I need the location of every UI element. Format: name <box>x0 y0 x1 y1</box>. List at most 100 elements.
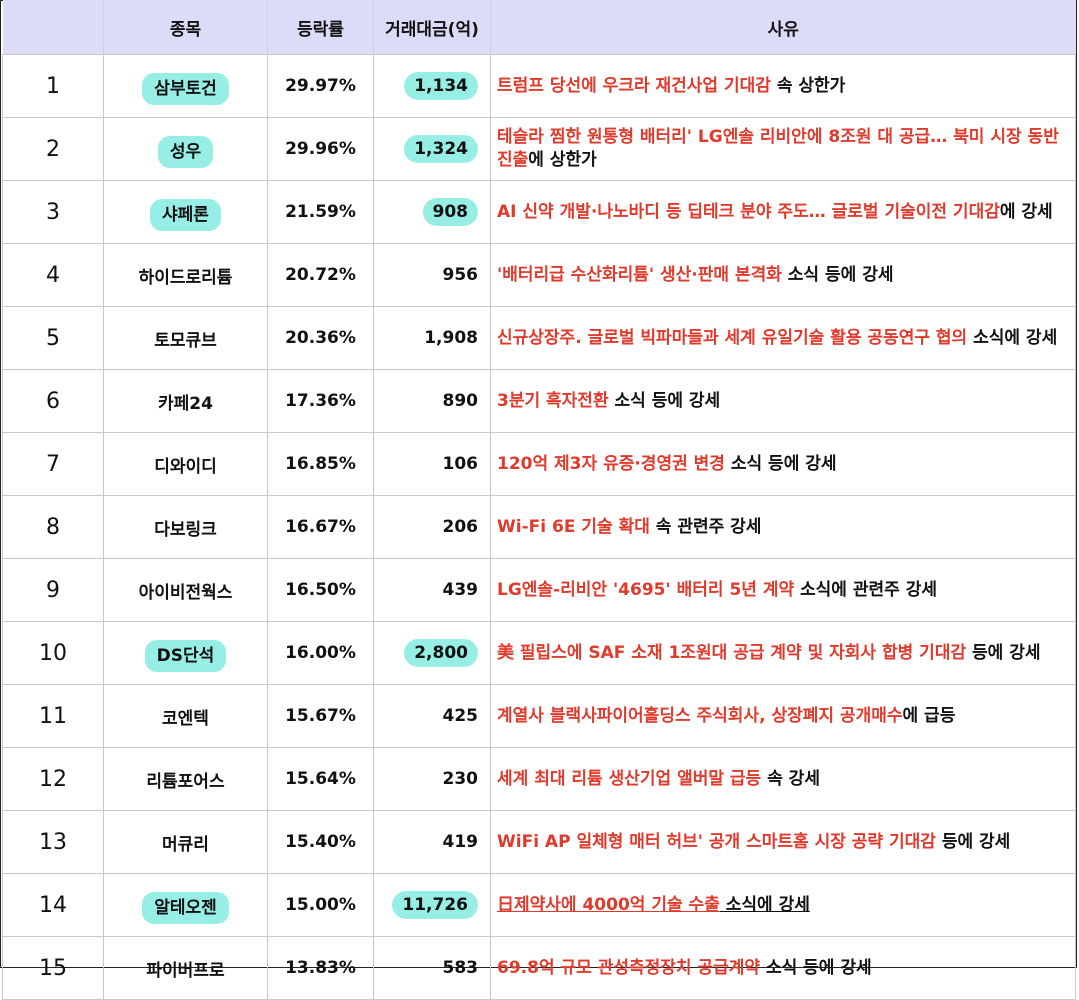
reason-highlight-text: WiFi AP 일체형 매터 허브' 공개 스마트홈 시장 공략 기대감 <box>497 831 936 852</box>
rank-value: 11 <box>39 703 67 729</box>
table-row: 6 카페24 17.36% 890 3분기 흑자전환 소식 등에 강세 <box>2 369 1076 433</box>
reason-suffix-text: 소식에 강세 <box>719 894 810 915</box>
rank-cell: 10 <box>2 621 104 685</box>
volume-value: 908 <box>422 198 478 226</box>
rank-cell: 9 <box>2 558 104 622</box>
table-row: 11 코엔텍 15.67% 425 계열사 블랙사파이어홀딩스 주식회사, 상장폐지 공… <box>2 684 1076 748</box>
volume-value: 956 <box>442 265 479 285</box>
rank-value: 7 <box>46 451 60 477</box>
change-value: 17.36% <box>285 391 356 411</box>
change-value: 21.59% <box>285 202 356 222</box>
reason-cell: 69.8억 규모 관성측정장치 공급계약 소식 등에 강세 <box>490 936 1076 1000</box>
reason-cell: 日제약사에 4000억 기술 수출 소식에 강세 <box>490 873 1076 937</box>
volume-cell: 1,908 <box>373 306 491 370</box>
change-value: 16.00% <box>285 643 356 663</box>
table-row: 15 파이버프로 13.83% 583 69.8억 규모 관성측정장치 공급계약 소식 … <box>2 936 1076 1000</box>
change-cell: 15.40% <box>267 810 374 874</box>
volume-cell: 890 <box>373 369 491 433</box>
reason-cell: 3분기 흑자전환 소식 등에 강세 <box>490 369 1076 433</box>
rank-value: 10 <box>39 640 67 666</box>
reason-cell: AI 신약 개발·나노바디 등 딥테크 분야 주도… 글로벌 기술이전 기대감에… <box>490 180 1076 244</box>
table-row: 9 아이비전웍스 16.50% 439 LG엔솔-리비안 '4695' 배터리 5년 계… <box>2 558 1076 622</box>
change-cell: 20.72% <box>267 243 374 307</box>
rank-cell: 1 <box>2 54 104 118</box>
volume-value: 2,800 <box>404 639 478 667</box>
stock-name-cell: 아이비전웍스 <box>103 558 268 622</box>
stock-name-cell: 카페24 <box>103 369 268 433</box>
stock-name: 하이드로리튬 <box>138 267 233 288</box>
volume-value: 1,908 <box>424 328 478 348</box>
change-value: 20.72% <box>285 265 356 285</box>
reason-cell: 계열사 블랙사파이어홀딩스 주식회사, 상장폐지 공개매수에 급등 <box>490 684 1076 748</box>
table-row: 3 샤페론 21.59% 908 AI 신약 개발·나노바디 등 딥테크 분야 주도… … <box>2 180 1076 244</box>
stock-name-cell: 샤페론 <box>103 180 268 244</box>
volume-value: 583 <box>442 958 479 978</box>
stock-name-cell: 성우 <box>103 117 268 181</box>
volume-cell: 2,800 <box>373 621 491 685</box>
reason-highlight-text: 트럼프 당선에 우크라 재건사업 기대감 <box>497 75 771 96</box>
reason-suffix-text: 속 강세 <box>761 768 820 789</box>
rank-cell: 14 <box>2 873 104 937</box>
change-cell: 16.85% <box>267 432 374 496</box>
change-cell: 29.97% <box>267 54 374 118</box>
stock-name-cell: 토모큐브 <box>103 306 268 370</box>
volume-value: 11,726 <box>392 891 478 919</box>
rank-value: 8 <box>46 514 60 540</box>
rank-value: 4 <box>46 262 60 288</box>
stock-name: 카페24 <box>158 393 213 414</box>
stock-name-cell: 다보링크 <box>103 495 268 559</box>
change-cell: 13.83% <box>267 936 374 1000</box>
reason-highlight-text: Wi-Fi 6E 기술 확대 <box>497 516 650 537</box>
reason-highlight-text: 3분기 흑자전환 <box>497 390 609 411</box>
table-row: 1 삼부토건 29.97% 1,134 트럼프 당선에 우크라 재건사업 기대감 속 상… <box>2 54 1076 118</box>
volume-cell: 583 <box>373 936 491 1000</box>
stock-name: 코엔텍 <box>162 708 209 729</box>
table-row: 4 하이드로리튬 20.72% 956 '배터리급 수산화리튬' 생산·판매 본격화 소… <box>2 243 1076 307</box>
stock-ranking-table: 종목 등락률 거래대금(억) 사유 1 삼부토건 29.97% 1,134 트럼프 당선… <box>2 0 1076 1000</box>
volume-value: 425 <box>442 706 479 726</box>
rank-cell: 12 <box>2 747 104 811</box>
reason-cell: 세계 최대 리튬 생산기업 앨버말 급등 속 강세 <box>490 747 1076 811</box>
table-row: 13 머큐리 15.40% 419 WiFi AP 일체형 매터 허브' 공개 스마트홈… <box>2 810 1076 874</box>
rank-cell: 8 <box>2 495 104 559</box>
volume-cell: 439 <box>373 558 491 622</box>
reason-suffix-text: 등에 강세 <box>935 831 1011 852</box>
stock-name-cell: DS단석 <box>103 621 268 685</box>
change-cell: 16.00% <box>267 621 374 685</box>
reason-cell: WiFi AP 일체형 매터 허브' 공개 스마트홈 시장 공략 기대감 등에 … <box>490 810 1076 874</box>
volume-value: 439 <box>442 580 479 600</box>
reason-suffix-text: 등에 강세 <box>966 642 1041 663</box>
stock-name: 디와이디 <box>154 456 217 477</box>
reason-highlight-text: 신규상장주. 글로벌 빅파마들과 세계 유일기술 활용 공동연구 협의 <box>497 327 968 348</box>
rank-value: 14 <box>39 892 67 918</box>
change-value: 13.83% <box>285 958 356 978</box>
reason-suffix-text: 소식 등에 강세 <box>781 264 894 285</box>
change-cell: 16.50% <box>267 558 374 622</box>
stock-name-cell: 파이버프로 <box>103 936 268 1000</box>
table-row: 8 다보링크 16.67% 206 Wi-Fi 6E 기술 확대 속 관련주 강세 <box>2 495 1076 559</box>
stock-name-cell: 알테오젠 <box>103 873 268 937</box>
table-body: 1 삼부토건 29.97% 1,134 트럼프 당선에 우크라 재건사업 기대감 속 상… <box>2 54 1076 1000</box>
reason-cell: LG엔솔-리비안 '4695' 배터리 5년 계약 소식에 관련주 강세 <box>490 558 1076 622</box>
reason-cell: 테슬라 찜한 원통형 배터리' LG엔솔 리비안에 8조원 대 공급… 북미 시… <box>490 117 1076 181</box>
change-value: 15.64% <box>285 769 356 789</box>
table-row: 5 토모큐브 20.36% 1,908 신규상장주. 글로벌 빅파마들과 세계 유일기술… <box>2 306 1076 370</box>
change-value: 15.67% <box>285 706 356 726</box>
volume-cell: 419 <box>373 810 491 874</box>
stock-name-cell: 삼부토건 <box>103 54 268 118</box>
reason-cell: Wi-Fi 6E 기술 확대 속 관련주 강세 <box>490 495 1076 559</box>
table-row: 12 리튬포어스 15.64% 230 세계 최대 리튬 생산기업 앨버말 급등 속 강… <box>2 747 1076 811</box>
rank-value: 15 <box>39 955 67 981</box>
rank-value: 3 <box>46 199 60 225</box>
volume-value: 230 <box>442 769 479 789</box>
header-change: 등락률 <box>267 0 374 55</box>
change-value: 15.40% <box>285 832 356 852</box>
reason-highlight-text: LG엔솔-리비안 '4695' 배터리 5년 계약 <box>497 579 795 600</box>
rank-cell: 4 <box>2 243 104 307</box>
header-row: 종목 등락률 거래대금(억) 사유 <box>2 0 1076 55</box>
header-volume: 거래대금(억) <box>373 0 491 55</box>
stock-name: 다보링크 <box>154 519 217 540</box>
rank-value: 9 <box>46 577 60 603</box>
rank-value: 5 <box>46 325 60 351</box>
reason-suffix-text: 속 관련주 강세 <box>649 516 762 537</box>
